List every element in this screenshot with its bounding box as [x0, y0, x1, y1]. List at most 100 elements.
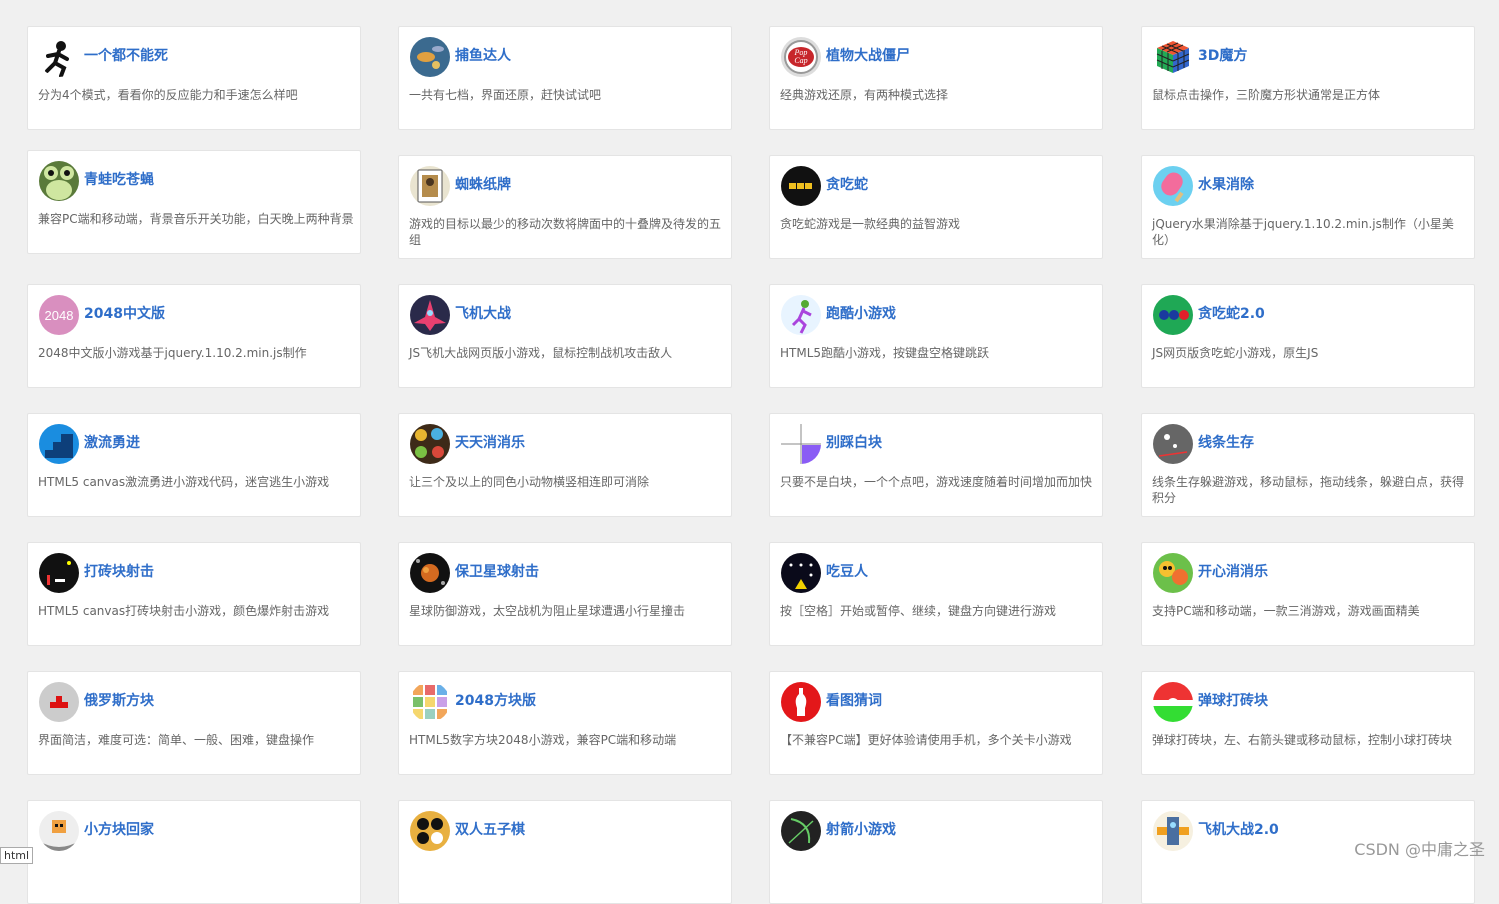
- gomoku-icon[interactable]: [410, 811, 450, 851]
- game-title-link[interactable]: 俄罗斯方块: [84, 690, 154, 710]
- game-card[interactable]: 贪吃蛇贪吃蛇游戏是一款经典的益智游戏: [769, 155, 1103, 259]
- game-title-link[interactable]: 水果消除: [1198, 174, 1254, 194]
- fishing-icon[interactable]: [410, 37, 450, 77]
- game-title-link[interactable]: 2048中文版: [84, 303, 165, 323]
- game-title-link[interactable]: 双人五子棋: [455, 819, 525, 839]
- cola-bottle-icon[interactable]: [781, 682, 821, 722]
- frog-icon[interactable]: [39, 161, 79, 201]
- icon-text: 2048: [45, 308, 74, 323]
- game-title-link[interactable]: 2048方块版: [455, 690, 536, 710]
- happy-match-icon[interactable]: [1153, 553, 1193, 593]
- little-block-icon[interactable]: [39, 811, 79, 851]
- game-title-link[interactable]: 线条生存: [1198, 432, 1254, 452]
- game-description: 鼠标点击操作，三阶魔方形状通常是正方体: [1152, 88, 1381, 102]
- game-card[interactable]: 射箭小游戏: [769, 800, 1103, 904]
- game-title-link[interactable]: 看图猜词: [826, 690, 882, 710]
- game-title-link[interactable]: 保卫星球射击: [455, 561, 539, 581]
- game-card[interactable]: Pop Cap 植物大战僵尸经典游戏还原，有两种模式选择: [769, 26, 1103, 130]
- game-title-link[interactable]: 飞机大战: [455, 303, 511, 323]
- robot-plane-icon[interactable]: [1153, 811, 1193, 851]
- svg-text:Cap: Cap: [794, 56, 807, 65]
- archery-icon[interactable]: [781, 811, 821, 851]
- game-title-link[interactable]: 别踩白块: [826, 432, 882, 452]
- line-survival-icon[interactable]: [1153, 424, 1193, 464]
- game-card[interactable]: 打砖块射击 HTML5 canvas打砖块射击小游戏，颜色爆炸射击游戏: [27, 542, 361, 646]
- game-card[interactable]: 保卫星球射击 星球防御游戏，太空战机为阻止星球遭遇小行星撞击: [398, 542, 732, 646]
- game-title-link[interactable]: 贪吃蛇2.0: [1198, 303, 1265, 323]
- game-title-link[interactable]: 植物大战僵尸: [826, 45, 910, 65]
- game-card[interactable]: 一个都不能死分为4个模式，看看你的反应能力和手速怎么样吧: [27, 26, 361, 130]
- snake-icon[interactable]: [781, 166, 821, 206]
- game-card[interactable]: 蜘蛛纸牌游戏的目标以最少的移动次数将牌面中的十叠牌及待发的五组: [398, 155, 732, 259]
- game-title-link[interactable]: 弹球打砖块: [1198, 690, 1268, 710]
- game-card[interactable]: 水果消除 jQuery水果消除基于jquery.1.10.2.min.js制作（小…: [1141, 155, 1475, 259]
- game-card[interactable]: 青蛙吃苍蝇兼容PC端和移动端，背景音乐开关功能，白天晚上两种背景: [27, 150, 361, 254]
- fighter-plane-icon[interactable]: [410, 295, 450, 335]
- game-card[interactable]: 贪吃蛇2.0 JS网页版贪吃蛇小游戏，原生JS: [1141, 284, 1475, 388]
- 2048-icon[interactable]: 2048: [39, 295, 79, 335]
- parkour-runner-icon[interactable]: [781, 295, 821, 335]
- brick-shooter-icon[interactable]: [39, 553, 79, 593]
- breakout-ball-icon[interactable]: [1153, 682, 1193, 722]
- game-description: 一共有七档，界面还原，赶快试试吧: [409, 88, 602, 102]
- running-man-icon[interactable]: [39, 37, 79, 77]
- game-description: 经典游戏还原，有两种模式选择: [780, 88, 949, 102]
- game-description: JS网页版贪吃蛇小游戏，原生JS: [1152, 346, 1319, 360]
- game-card[interactable]: 3D魔方鼠标点击操作，三阶魔方形状通常是正方体: [1141, 26, 1475, 130]
- game-description: 游戏的目标以最少的移动次数将牌面中的十叠牌及待发的五组: [409, 217, 722, 247]
- pacman-icon[interactable]: [781, 553, 821, 593]
- game-title-link[interactable]: 开心消消乐: [1198, 561, 1268, 581]
- game-card[interactable]: 飞机大战 JS飞机大战网页版小游戏，鼠标控制战机攻击敌人: [398, 284, 732, 388]
- game-title-link[interactable]: 3D魔方: [1198, 45, 1247, 65]
- game-card[interactable]: 双人五子棋: [398, 800, 732, 904]
- game-card[interactable]: 看图猜词 【不兼容PC端】更好体验请使用手机，多个关卡小游戏: [769, 671, 1103, 775]
- tetris-icon[interactable]: [39, 682, 79, 722]
- game-title-link[interactable]: 一个都不能死: [84, 45, 168, 65]
- game-title-link[interactable]: 激流勇进: [84, 432, 140, 452]
- snake-dots-icon[interactable]: [1153, 295, 1193, 335]
- game-title-link[interactable]: 打砖块射击: [84, 561, 154, 581]
- game-card[interactable]: 激流勇进 HTML5 canvas激流勇进小游戏代码，迷宫逃生小游戏: [27, 413, 361, 517]
- game-card[interactable]: 2048方块版 HTML5数字方块2048小游戏，兼容PC端和移动端: [398, 671, 732, 775]
- game-card[interactable]: 2048 2048中文版 2048中文版小游戏基于jquery.1.10.2.min…: [27, 284, 361, 388]
- game-title-link[interactable]: 贪吃蛇: [826, 174, 868, 194]
- planet-icon[interactable]: [410, 553, 450, 593]
- game-description: 按［空格］开始或暂停、继续，键盘方向键进行游戏: [780, 604, 1057, 618]
- game-title-link[interactable]: 蜘蛛纸牌: [455, 174, 511, 194]
- game-description: 只要不是白块，一个个点吧，游戏速度随着时间增加而加快: [780, 475, 1093, 489]
- game-title-link[interactable]: 跑酷小游戏: [826, 303, 896, 323]
- game-card[interactable]: 吃豆人按［空格］开始或暂停、继续，键盘方向键进行游戏: [769, 542, 1103, 646]
- game-description: HTML5 canvas打砖块射击小游戏，颜色爆炸射击游戏: [38, 604, 330, 618]
- game-description: HTML5跑酷小游戏，按键盘空格键跳跃: [780, 346, 990, 360]
- game-card[interactable]: 天天消消乐 让三个及以上的同色小动物横竖相连即可消除: [398, 413, 732, 517]
- game-description: 分为4个模式，看看你的反应能力和手速怎么样吧: [38, 88, 298, 102]
- game-card[interactable]: 别踩白块只要不是白块，一个个点吧，游戏速度随着时间增加而加快: [769, 413, 1103, 517]
- playing-card-icon[interactable]: [410, 166, 450, 206]
- animal-match-icon[interactable]: [410, 424, 450, 464]
- piano-tiles-icon[interactable]: [781, 424, 821, 464]
- game-description: JS飞机大战网页版小游戏，鼠标控制战机攻击敌人: [409, 346, 673, 360]
- game-card[interactable]: 弹球打砖块 弹球打砖块，左、右箭头键或移动鼠标，控制小球打砖块: [1141, 671, 1475, 775]
- grid-blocks-icon[interactable]: [410, 682, 450, 722]
- game-title-link[interactable]: 天天消消乐: [455, 432, 525, 452]
- game-title-link[interactable]: 吃豆人: [826, 561, 868, 581]
- game-card[interactable]: 线条生存 线条生存躲避游戏，移动鼠标，拖动线条，躲避白点，获得积分: [1141, 413, 1475, 517]
- game-title-link[interactable]: 小方块回家: [84, 819, 154, 839]
- stairs-icon[interactable]: [39, 424, 79, 464]
- popcap-logo-icon[interactable]: Pop Cap: [781, 37, 821, 77]
- game-card[interactable]: 俄罗斯方块界面简洁，难度可选：简单、一般、困难，键盘操作: [27, 671, 361, 775]
- game-card[interactable]: 开心消消乐 支持PC端和移动端，一款三消游戏，游戏画面精美: [1141, 542, 1475, 646]
- game-title-link[interactable]: 捕鱼达人: [455, 45, 511, 65]
- game-description: 贪吃蛇游戏是一款经典的益智游戏: [780, 217, 961, 231]
- popsicle-icon[interactable]: [1153, 166, 1193, 206]
- game-description: 界面简洁，难度可选：简单、一般、困难，键盘操作: [38, 733, 315, 747]
- game-card[interactable]: 跑酷小游戏 HTML5跑酷小游戏，按键盘空格键跳跃: [769, 284, 1103, 388]
- game-title-link[interactable]: 青蛙吃苍蝇: [84, 169, 154, 189]
- game-title-link[interactable]: 飞机大战2.0: [1198, 819, 1279, 839]
- game-description: 兼容PC端和移动端，背景音乐开关功能，白天晚上两种背景: [38, 212, 354, 226]
- game-description: jQuery水果消除基于jquery.1.10.2.min.js制作（小星美化）: [1152, 217, 1454, 247]
- game-card[interactable]: 小方块回家: [27, 800, 361, 904]
- rubiks-cube-icon[interactable]: [1153, 37, 1193, 77]
- game-card[interactable]: 捕鱼达人一共有七档，界面还原，赶快试试吧: [398, 26, 732, 130]
- game-title-link[interactable]: 射箭小游戏: [826, 819, 896, 839]
